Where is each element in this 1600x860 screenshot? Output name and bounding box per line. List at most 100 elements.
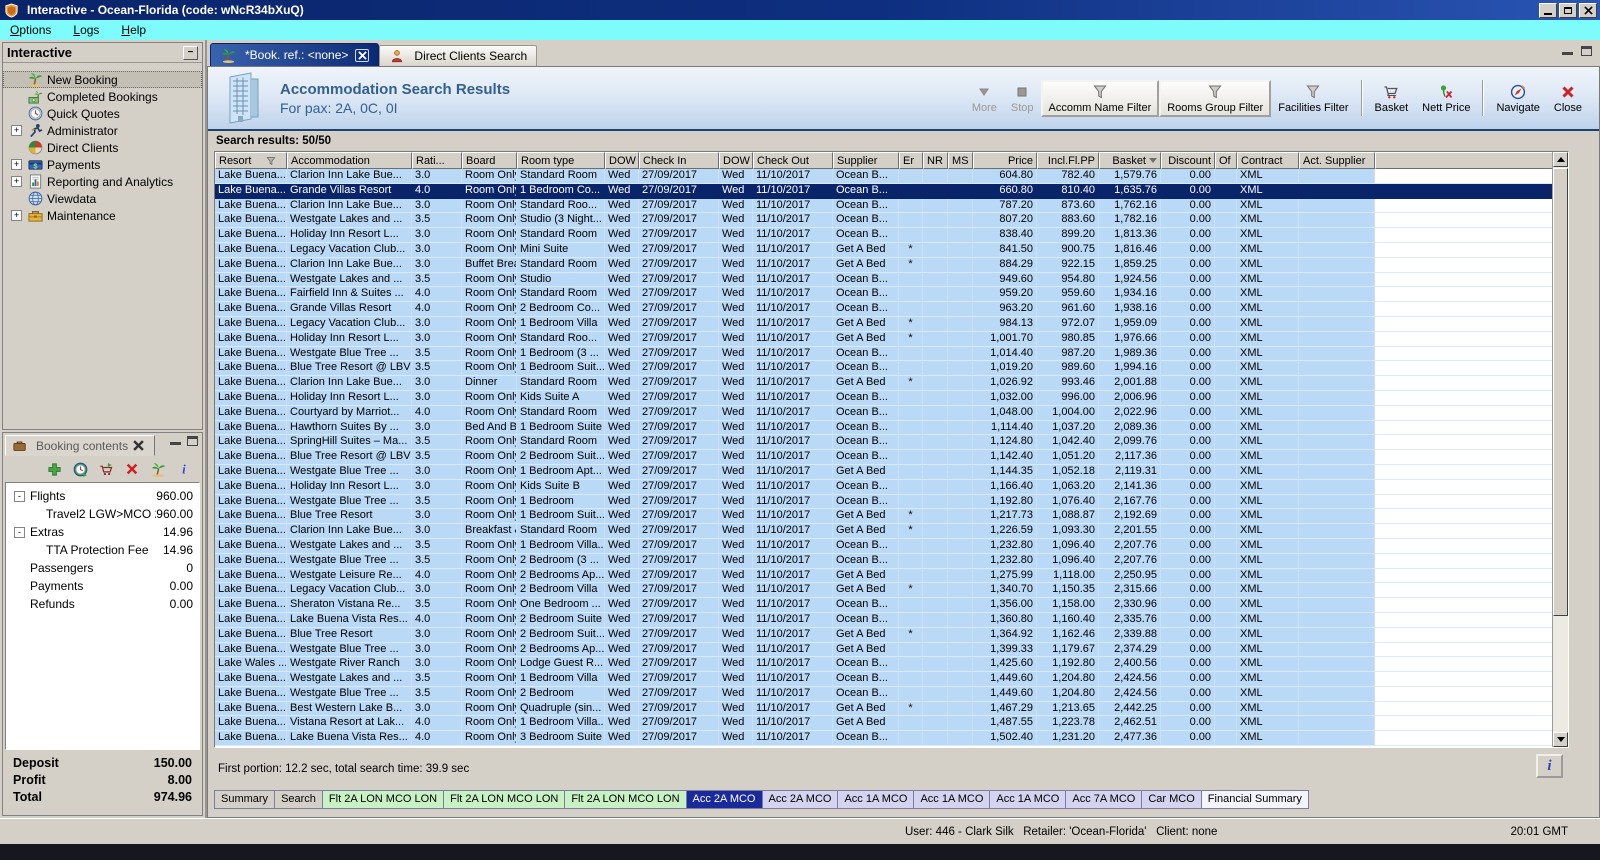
result-row[interactable]: Lake Buena... Holiday Inn Resort L... 3.0 R…	[215, 331, 1568, 347]
result-row[interactable]: Lake Buena... Grande Villas Resort 4.0 Room…	[215, 302, 1568, 317]
delete-icon[interactable]	[124, 461, 140, 477]
minimize-panel-icon[interactable]	[170, 442, 181, 445]
result-row[interactable]: Lake Buena... Westgate Blue Tree ... 3.0 Ro…	[215, 642, 1568, 658]
minimize-button[interactable]	[1539, 2, 1557, 18]
sidebar-item-administrator[interactable]: + Administrator	[3, 122, 202, 139]
result-row[interactable]: Lake Buena... Westgate Lakes and ... 3.5 Ro…	[215, 213, 1568, 229]
menu-options[interactable]: Options	[10, 23, 51, 37]
result-row[interactable]: Lake Buena... Blue Tree Resort @ LBV 3.5 Ro…	[215, 361, 1568, 377]
bottom-tab-summary[interactable]: Summary	[214, 790, 276, 809]
column-header-incl-fl-pp[interactable]: Incl.Fl.PP	[1037, 152, 1099, 169]
sidebar-item-payments[interactable]: + $ Payments	[3, 156, 202, 173]
booking-tree-item-flights[interactable]: - Flights 960.00	[6, 487, 199, 505]
scroll-down-button[interactable]	[1553, 732, 1568, 747]
column-header-price[interactable]: Price	[973, 152, 1037, 169]
result-row[interactable]: Lake Buena... Westgate Blue Tree ... 3.5 Ro…	[215, 553, 1568, 569]
expander-icon[interactable]: +	[11, 176, 22, 187]
sidebar-item-viewdata[interactable]: +Viewdata	[3, 190, 202, 207]
maximize-panel-icon[interactable]	[187, 436, 198, 446]
column-header-contract[interactable]: Contract	[1237, 152, 1299, 169]
bottom-tab-financial-summary[interactable]: Financial Summary	[1201, 790, 1309, 809]
result-row[interactable]: Lake Buena... Holiday Inn Resort L... 3.0 R…	[215, 390, 1568, 406]
move-to-basket-icon[interactable]	[98, 461, 114, 477]
result-row[interactable]: Lake Buena... Grande Villas Resort 4.0 Room…	[215, 183, 1568, 199]
toolbar-button-basket[interactable]: Basket	[1368, 81, 1416, 116]
expander-icon[interactable]: +	[11, 125, 22, 136]
bottom-tab-car-mco[interactable]: Car MCO	[1142, 790, 1202, 809]
bottom-tab-flt-2a-lon-mco-lon[interactable]: Flt 2A LON MCO LON	[322, 790, 445, 809]
column-header-check-out[interactable]: Check Out	[753, 152, 833, 169]
close-window-button[interactable]	[1579, 2, 1597, 18]
bottom-tab-acc-1a-mco[interactable]: Acc 1A MCO	[914, 790, 991, 809]
column-header-er[interactable]: Er	[899, 152, 923, 169]
result-row[interactable]: Lake Buena... Courtyard by Marriot... 4.0 R…	[215, 405, 1568, 421]
result-row[interactable]: Lake Buena... Lake Buena Vista Res... 4.0 R…	[215, 731, 1568, 747]
sidebar-item-maintenance[interactable]: + Maintenance	[3, 207, 202, 224]
column-header-resort[interactable]: Resort	[215, 152, 287, 169]
bottom-tab-acc-1a-mco[interactable]: Acc 1A MCO	[838, 790, 915, 809]
result-row[interactable]: Lake Buena... Clarion Inn Lake Bue... 3.0 R…	[215, 198, 1568, 214]
bottom-tab-flt-2a-lon-mco-lon[interactable]: Flt 2A LON MCO LON	[444, 790, 566, 809]
result-row[interactable]: Lake Buena... Westgate Lakes and ... 3.5 Ro…	[215, 272, 1568, 288]
bottom-tab-acc-1a-mco[interactable]: Acc 1A MCO	[990, 790, 1067, 809]
booking-tree-item-payments[interactable]: Payments 0.00	[6, 577, 199, 595]
close-panel-icon[interactable]	[132, 440, 144, 452]
result-row[interactable]: Lake Buena... Legacy Vacation Club... 3.0 R…	[215, 316, 1568, 332]
booking-tree-item-passengers[interactable]: Passengers 0	[6, 559, 199, 577]
sidebar-item-completed-bookings[interactable]: +Completed Bookings	[3, 88, 202, 105]
result-row[interactable]: Lake Buena... Holiday Inn Resort L... 3.0 R…	[215, 228, 1568, 243]
bottom-tab-acc-2a-mco[interactable]: Acc 2A MCO	[762, 790, 839, 809]
column-header-dow[interactable]: DOW	[605, 152, 639, 169]
result-row[interactable]: Lake Buena... SpringHill Suites – Ma... 3.…	[215, 435, 1568, 451]
minimize-view-icon[interactable]	[1562, 52, 1573, 55]
result-row[interactable]: Lake Buena... Westgate Lakes and ... 3.5 Ro…	[215, 672, 1568, 687]
scrollbar-thumb[interactable]	[1553, 168, 1568, 616]
column-header-nr[interactable]: NR	[923, 152, 948, 169]
booking-contents-tab[interactable]: Booking contents	[5, 435, 156, 456]
toolbar-button-navigate[interactable]: Navigate	[1489, 81, 1546, 116]
collapse-panel-button[interactable]: −	[183, 45, 198, 60]
menu-help[interactable]: Help	[121, 23, 146, 37]
result-row[interactable]: Lake Buena... Legacy Vacation Club... 3.0 R…	[215, 242, 1568, 258]
column-header-room-type[interactable]: Room type	[517, 152, 605, 169]
column-header-ms[interactable]: MS	[948, 152, 973, 169]
quote-clock-icon[interactable]	[72, 461, 88, 477]
column-header-rati[interactable]: Rati...	[412, 152, 462, 169]
booking-tree-item-refunds[interactable]: Refunds 0.00	[6, 595, 199, 613]
result-row[interactable]: Lake Buena... Holiday Inn Resort L... 3.0 R…	[215, 479, 1568, 495]
toolbar-button-close[interactable]: Close	[1547, 81, 1589, 116]
bottom-tab-search[interactable]: Search	[275, 790, 323, 809]
info-button[interactable]: i	[1536, 754, 1563, 778]
result-row[interactable]: Lake Buena... Westgate Blue Tree ... 3.5 Ro…	[215, 686, 1568, 702]
bottom-tab-flt-2a-lon-mco-lon[interactable]: Flt 2A LON MCO LON	[565, 790, 687, 809]
result-row[interactable]: Lake Buena... Lake Buena Vista Res... 4.0 R…	[215, 612, 1568, 628]
expander-icon[interactable]: +	[11, 210, 22, 221]
bottom-tab-acc-7a-mco[interactable]: Acc 7A MCO	[1066, 790, 1143, 809]
toolbar-button-accomm-name-filter[interactable]: Accomm Name Filter	[1040, 79, 1160, 117]
result-row[interactable]: Lake Buena... Westgate Blue Tree ... 3.5 Ro…	[215, 346, 1568, 362]
result-row[interactable]: Lake Buena... Clarion Inn Lake Bue... 3.0 B…	[215, 524, 1568, 539]
palm-tree-icon[interactable]	[150, 461, 166, 477]
result-row[interactable]: Lake Buena... Westgate Blue Tree ... 3.5 Ro…	[215, 494, 1568, 510]
result-row[interactable]: Lake Buena... Sheraton Vistana Re... 3.5 Ro…	[215, 598, 1568, 613]
expander-icon[interactable]: -	[14, 490, 25, 502]
vertical-scrollbar[interactable]	[1552, 152, 1568, 747]
booking-tree-item-travel2-lgw-mco-2a[interactable]: Travel2 LGW>MCO 2A960.00	[6, 505, 199, 523]
sidebar-item-direct-clients[interactable]: +Direct Clients	[3, 139, 202, 156]
toolbar-button-rooms-group-filter[interactable]: Rooms Group Filter	[1159, 79, 1272, 117]
column-header-dow[interactable]: DOW	[719, 152, 753, 169]
filter-small-icon[interactable]	[263, 153, 279, 168]
result-row[interactable]: Lake Buena... Clarion Inn Lake Bue... 3.0 D…	[215, 376, 1568, 391]
column-header-of[interactable]: Of	[1215, 152, 1237, 169]
result-row[interactable]: Lake Buena... Best Western Lake B... 3.0 Ro…	[215, 701, 1568, 717]
maximize-view-icon[interactable]	[1581, 46, 1592, 56]
toolbar-button-nett-price[interactable]: Nett Price	[1415, 81, 1477, 116]
menu-logs[interactable]: Logs	[73, 23, 99, 37]
column-header-accommodation[interactable]: Accommodation	[287, 152, 412, 169]
sidebar-item-reporting-and-analytics[interactable]: + Reporting and Analytics	[3, 173, 202, 190]
column-header-act-supplier[interactable]: Act. Supplier	[1299, 152, 1375, 169]
column-header-board[interactable]: Board	[462, 152, 517, 169]
column-header-discount[interactable]: Discount	[1161, 152, 1215, 169]
result-row[interactable]: Lake Buena... Blue Tree Resort 3.0 Room Onl…	[215, 627, 1568, 643]
bottom-tab-acc-2a-mco[interactable]: Acc 2A MCO	[686, 790, 763, 809]
